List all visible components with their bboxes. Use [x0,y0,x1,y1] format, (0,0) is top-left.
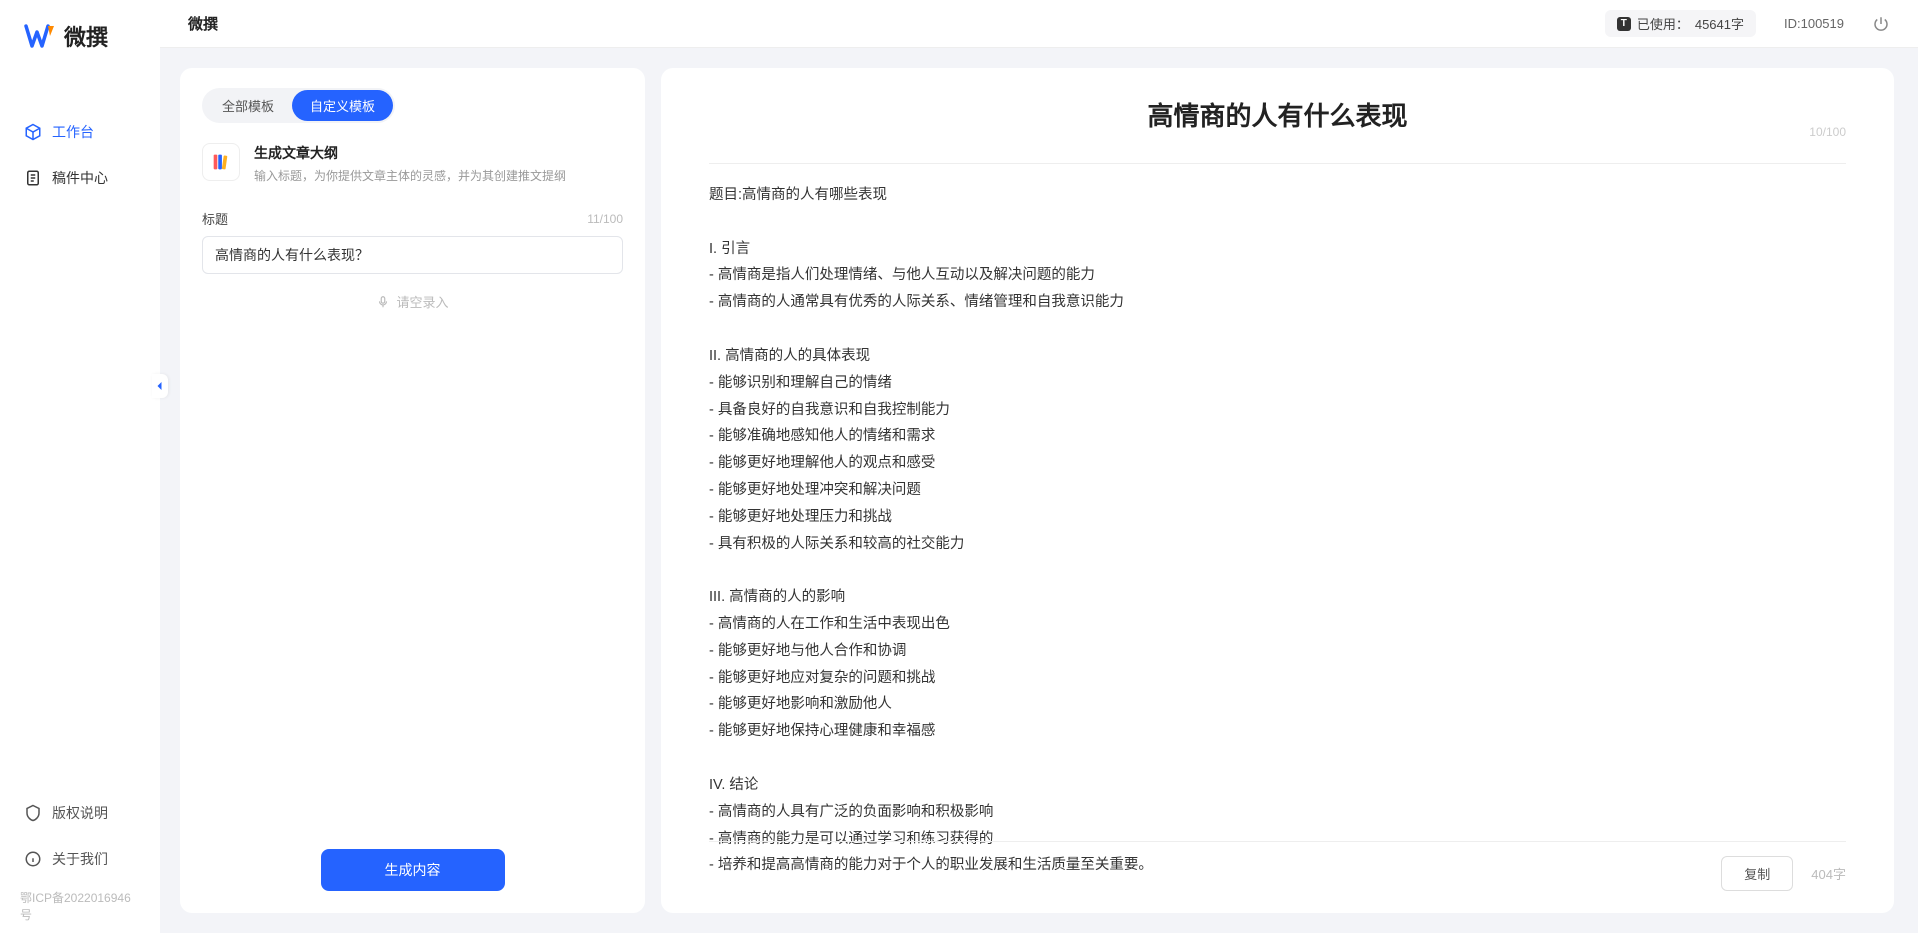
usage-value: 45641字 [1695,14,1744,33]
sidebar-item-workspace[interactable]: 工作台 [12,112,148,152]
app-logo[interactable]: 微撰 [0,20,160,112]
template-books-icon [202,143,240,181]
usage-prefix: 已使用： [1637,14,1689,33]
logo-text: 微撰 [64,20,108,52]
output-title: 高情商的人有什么表现 [709,96,1846,133]
sidebar-collapse-handle[interactable] [152,374,168,398]
field-char-count: 11/100 [587,212,623,226]
info-icon [24,850,42,868]
title-input[interactable] [202,236,623,274]
input-panel: 全部模板 自定义模板 生成文章大纲 输入标题，为你提供文章主体的灵感，并为其创建… [180,68,645,913]
sidebar-item-drafts[interactable]: 稿件中心 [12,158,148,198]
content-area: 全部模板 自定义模板 生成文章大纲 输入标题，为你提供文章主体的灵感，并为其创建… [160,48,1918,933]
output-body[interactable]: 题目:高情商的人有哪些表现 I. 引言 - 高情商是指人们处理情绪、与他人互动以… [709,182,1846,889]
text-badge-icon: T [1617,17,1631,31]
output-title-count: 10/100 [1809,125,1846,139]
template-tabs: 全部模板 自定义模板 [202,88,395,123]
cube-icon [24,123,42,141]
icp-text: 鄂ICP备2022016946号 [0,885,160,923]
template-card: 生成文章大纲 输入标题，为你提供文章主体的灵感，并为其创建推文提纲 [202,143,623,185]
sidebar-bottom: 版权说明 关于我们 [0,793,160,885]
field-label-title: 标题 [202,209,228,228]
document-icon [24,169,42,187]
template-title: 生成文章大纲 [254,143,566,163]
output-word-count: 404字 [1811,864,1846,883]
sidebar-item-label: 关于我们 [52,849,108,869]
voice-hint-text: 请空录入 [396,292,448,311]
user-id: ID:100519 [1784,16,1844,31]
tab-all-templates[interactable]: 全部模板 [204,90,292,121]
usage-pill[interactable]: T 已使用： 45641字 [1605,10,1756,37]
sidebar-nav: 工作台 稿件中心 [0,112,160,793]
logo-mark-icon [24,22,56,50]
topbar: 微撰 T 已使用： 45641字 ID:100519 [160,0,1918,48]
divider [709,163,1846,164]
microphone-icon [376,295,390,309]
output-panel: 高情商的人有什么表现 10/100 题目:高情商的人有哪些表现 I. 引言 - … [661,68,1894,913]
sidebar: 微撰 工作台 稿件中心 版权说明 [0,0,160,933]
template-desc: 输入标题，为你提供文章主体的灵感，并为其创建推文提纲 [254,167,566,185]
voice-input-hint[interactable]: 请空录入 [202,292,623,311]
tab-custom-templates[interactable]: 自定义模板 [292,90,393,121]
sidebar-item-label: 稿件中心 [52,168,108,188]
power-icon[interactable] [1872,15,1890,33]
sidebar-item-about[interactable]: 关于我们 [12,839,148,879]
sidebar-item-label: 工作台 [52,122,94,142]
output-footer: 复制 404字 [709,841,1846,891]
sidebar-item-label: 版权说明 [52,803,108,823]
generate-button[interactable]: 生成内容 [321,849,505,891]
shield-icon [24,804,42,822]
page-title: 微撰 [188,13,218,34]
copy-button[interactable]: 复制 [1721,856,1793,891]
sidebar-item-copyright[interactable]: 版权说明 [12,793,148,833]
